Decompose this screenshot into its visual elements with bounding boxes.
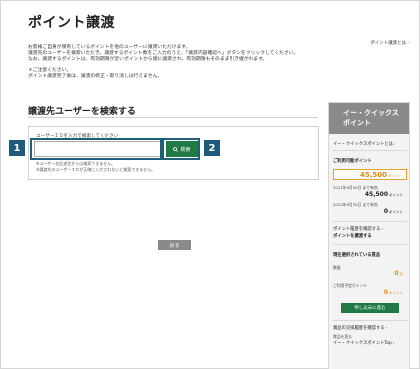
chevron-right-icon: ›: [407, 41, 409, 46]
points-top-label: イー・クイックスポイントTop: [333, 341, 392, 346]
points-top-link[interactable]: イー・クイックスポイントTop›: [333, 340, 394, 346]
about-points-link[interactable]: イー・クイックスポイントとは›: [333, 141, 396, 147]
quantity-number: 0: [394, 270, 399, 277]
points-history-label: ポイント履歴を確認する: [333, 227, 381, 232]
expiry-points-value: 45,500: [364, 191, 388, 198]
planned-points-number: 0: [383, 289, 388, 296]
exchange-history-link[interactable]: 賞品の交換履歴を確認する›: [333, 325, 387, 331]
sidebar-title: イー・クイックス: [343, 109, 399, 117]
divider: [333, 150, 407, 151]
section-divider: [28, 117, 318, 118]
points-unit: ポイント: [389, 193, 403, 197]
points-unit: ポイント: [388, 174, 402, 178]
transfer-points-current: ポイントを譲渡する: [333, 234, 372, 239]
available-points-value: 45,500: [359, 171, 387, 179]
available-points-value-wrap: 45,500ポイント: [360, 171, 402, 179]
page-frame: ポイント譲渡 ポイント譲渡とは› お客様ご自身が保有しているポイントを他のユーザ…: [0, 0, 420, 369]
chevron-right-icon: ›: [392, 341, 395, 346]
about-points-label: イー・クイックスポイントとは: [333, 142, 394, 147]
section-title: 譲渡先ユーザーを検索する: [28, 107, 136, 117]
selected-prize-label: 現在選択されている賞品: [333, 253, 381, 258]
planned-points-value: 0ポイント: [384, 289, 403, 296]
apply-button[interactable]: 申し込みに進む: [341, 303, 399, 313]
search-notes: ※ユーザー名記述名からは検索できません。 ※譲渡先のユーザーＩＤが正確に入力され…: [36, 161, 155, 173]
intro-text: お客様ご自身が保有しているポイントを他のユーザーに譲渡いただけます。 譲渡先のユ…: [28, 45, 328, 80]
divider: [333, 244, 407, 245]
sidebar-title-sub: ポイント: [343, 119, 371, 127]
available-points-box: 45,500ポイント: [333, 169, 407, 180]
exchange-history-label: 賞品の交換履歴を確認する: [333, 326, 385, 331]
points-unit: ポイント: [389, 210, 403, 214]
quantity-label: 数量: [333, 265, 341, 270]
points-unit: ポイント: [389, 291, 403, 295]
page-title: ポイント譲渡: [28, 15, 115, 31]
expiry-value: 0ポイント: [384, 208, 403, 215]
available-points-label: ご利用可能ポイント: [333, 159, 372, 164]
divider: [333, 320, 407, 321]
chevron-right-icon: ›: [394, 142, 396, 147]
chevron-right-icon: ›: [381, 227, 383, 232]
divider: [333, 221, 407, 222]
search-note: ※譲渡先のユーザーＩＤが正確に入力されないと検索できません。: [36, 167, 156, 172]
quantity-value: 0点: [394, 270, 403, 277]
help-link[interactable]: ポイント譲渡とは›: [370, 40, 409, 46]
chevron-right-icon: ›: [385, 326, 388, 331]
step-marker-2: 2: [204, 140, 220, 156]
step-marker-1: 1: [9, 140, 25, 156]
input-highlight-frame: [30, 138, 162, 160]
back-button[interactable]: 戻る: [158, 240, 191, 250]
button-highlight-frame: [162, 138, 200, 160]
quantity-unit: 点: [399, 272, 404, 276]
sidebar-header: イー・クイックス ポイント: [329, 103, 409, 134]
expiry-label: 2022年9月30日 まで有効: [333, 202, 378, 207]
expiry-points-value: 0: [383, 208, 388, 215]
help-link-label: ポイント譲渡とは: [370, 41, 407, 46]
points-sidebar: イー・クイックス ポイント イー・クイックスポイントとは› ご利用可能ポイント …: [328, 102, 410, 369]
expiry-value: 45,500ポイント: [365, 191, 403, 198]
planned-points-label: ご利用予定ポイント: [333, 283, 368, 288]
points-history-link[interactable]: ポイント履歴を確認する›: [333, 226, 383, 232]
intro-line: ポイント譲渡完了後は、譲渡の修正・取り消しは行えません。: [28, 73, 163, 79]
